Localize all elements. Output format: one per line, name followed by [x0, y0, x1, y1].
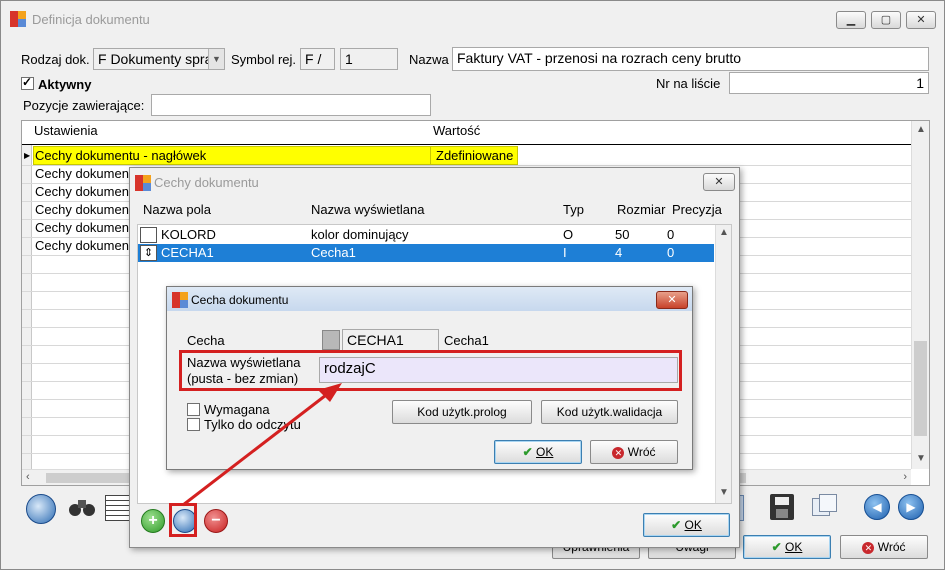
annotation-arrow	[182, 383, 342, 507]
